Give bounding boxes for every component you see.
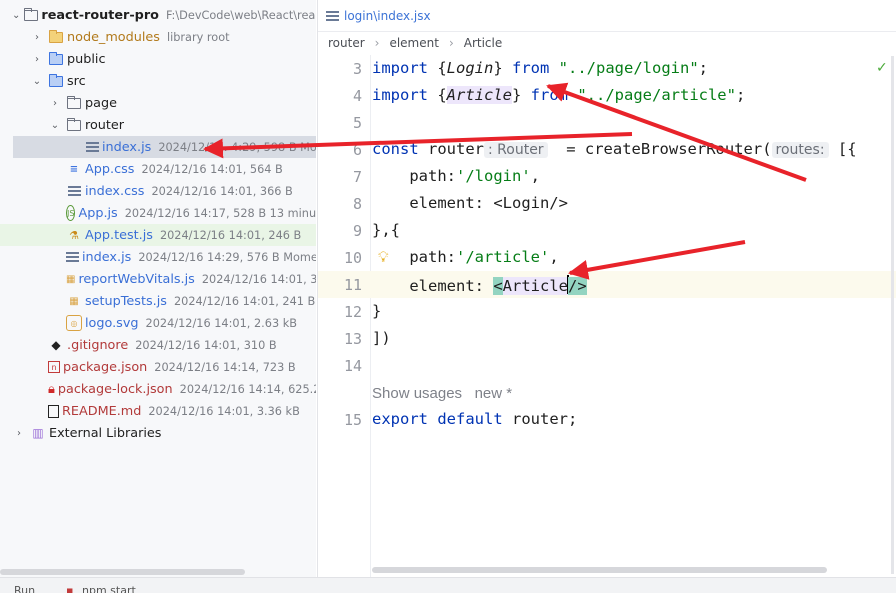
arrow-to-router-index xyxy=(203,132,633,159)
arrow-to-import-article xyxy=(546,82,807,182)
arrow-to-article-element xyxy=(568,240,746,280)
annotation-arrows xyxy=(203,82,807,280)
